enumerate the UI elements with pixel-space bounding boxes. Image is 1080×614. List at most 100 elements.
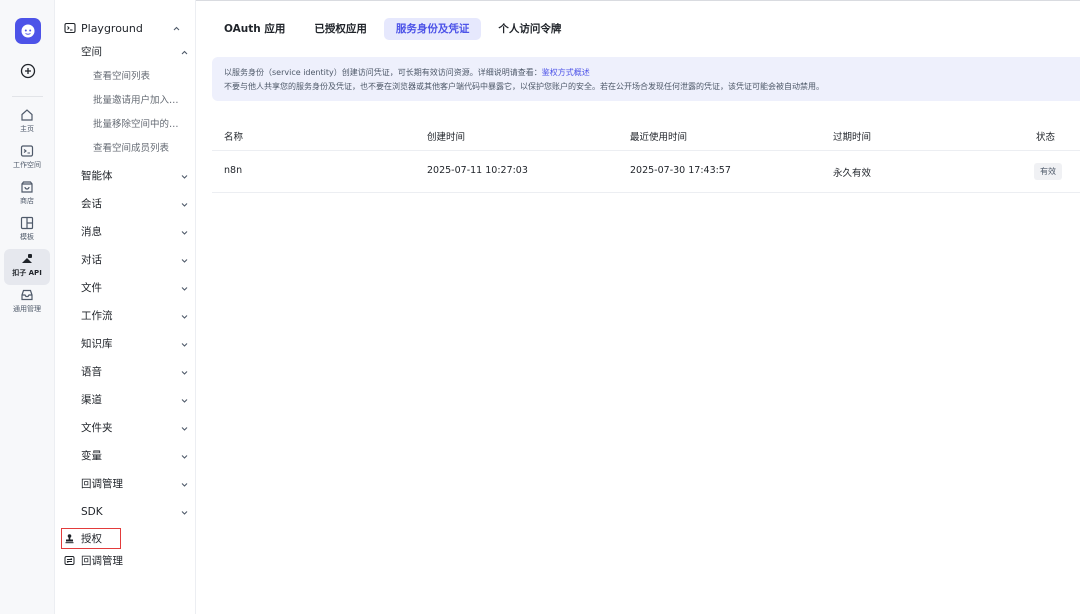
api-icon	[22, 254, 32, 263]
chevron-down-icon	[181, 203, 188, 207]
main-panel: OAuth 应用 已授权应用 服务身份及凭证 个人访问令牌 以服务身份（serv…	[196, 0, 1080, 614]
sidebar-group-label: 文件夹	[81, 422, 113, 434]
sidebar-group-label: 会话	[81, 198, 102, 210]
sidebar-item-auth[interactable]: 授权	[64, 529, 102, 547]
app-logo-icon[interactable]	[15, 18, 41, 44]
notice-line-2: 不要与他人共享您的服务身份及凭证，也不要在浏览器或其他客户端代码中暴露它，以保护…	[224, 82, 824, 91]
rail-label: 扣子 API	[12, 269, 42, 277]
rail-item-general-admin[interactable]: 通用管理	[4, 285, 50, 321]
sidebar-group-label: 语音	[81, 366, 102, 378]
sidebar-group[interactable]: 语音	[81, 361, 189, 383]
sidebar-group[interactable]: 知识库	[81, 333, 189, 355]
chevron-down-icon	[181, 259, 188, 263]
sidebar-subitem[interactable]: 批量移除空间中的…	[93, 115, 189, 135]
chevron-down-icon	[181, 371, 188, 375]
store-icon	[21, 181, 33, 193]
rail-item-home[interactable]: 主页	[4, 105, 50, 141]
sidebar-group-label: 空间	[81, 46, 102, 58]
sidebar-group[interactable]: 会话	[81, 193, 189, 215]
rail-label: 主页	[20, 125, 34, 133]
sidebar-group-label: 回调管理	[81, 478, 123, 490]
api-sidebar: Playground 空间 查看空间列表 批量邀请用户加入… 批量移除空间中的……	[55, 0, 196, 614]
chevron-down-icon	[181, 427, 188, 431]
column-header-name: 名称	[224, 132, 244, 143]
table-header-row: 名称 创建时间 最近使用时间 过期时间 状态	[212, 120, 1080, 151]
chevron-down-icon	[181, 287, 188, 291]
sidebar-group[interactable]: 文件	[81, 277, 189, 299]
rail-label: 商店	[20, 197, 34, 205]
column-header-status: 状态	[1036, 132, 1056, 143]
chevron-down-icon	[181, 455, 188, 459]
chevron-up-icon	[173, 26, 180, 31]
cell-expires: 永久有效	[833, 168, 872, 179]
sidebar-subitem[interactable]: 查看空间列表	[93, 67, 189, 87]
notice-line-1: 以服务身份（service identity）创建访问凭证，可长期有效访问资源。…	[224, 66, 1068, 80]
sidebar-group-label: 渠道	[81, 394, 102, 406]
sidebar-group-label: 对话	[81, 254, 102, 266]
home-icon	[21, 109, 33, 121]
terminal-icon	[20, 145, 34, 157]
template-grid-icon	[20, 216, 34, 230]
sidebar-group-label: SDK	[81, 506, 103, 518]
rail-divider	[12, 96, 43, 97]
cell-name: n8n	[224, 165, 243, 176]
chevron-down-icon	[181, 511, 188, 515]
tab-oauth-apps[interactable]: OAuth 应用	[212, 18, 297, 40]
column-header-expires: 过期时间	[833, 132, 872, 143]
callback-icon	[64, 555, 75, 565]
add-circle-icon[interactable]	[20, 63, 36, 79]
inbox-icon	[21, 289, 33, 301]
chevron-down-icon	[181, 399, 188, 403]
table-row[interactable]: n8n 2025-07-11 10:27:03 2025-07-30 17:43…	[212, 151, 1080, 193]
chevron-down-icon	[181, 175, 188, 179]
sidebar-group[interactable]: 对话	[81, 249, 189, 271]
sidebar-group[interactable]: 变量	[81, 445, 189, 467]
sidebar-group[interactable]: 消息	[81, 221, 189, 243]
cell-last-used: 2025-07-30 17:43:57	[630, 165, 731, 176]
sidebar-group[interactable]: SDK	[81, 501, 189, 523]
sidebar-group-space[interactable]: 空间	[81, 41, 189, 63]
sidebar-group[interactable]: 回调管理	[81, 473, 189, 495]
rail-item-coze-api[interactable]: 扣子 API	[4, 249, 50, 285]
sidebar-group[interactable]: 智能体	[81, 165, 189, 187]
sidebar-header-playground[interactable]: Playground	[64, 19, 191, 37]
rail-label: 工作空间	[13, 161, 41, 169]
notice-text: 以服务身份（service identity）创建访问凭证，可长期有效访问资源。…	[224, 68, 542, 77]
sidebar-group[interactable]: 渠道	[81, 389, 189, 411]
left-rail: 主页 工作空间 商店 模板 扣子 API 通用管理	[0, 0, 55, 614]
sidebar-group-label: 消息	[81, 226, 102, 238]
rail-item-templates[interactable]: 模板	[4, 213, 50, 249]
sidebar-item-label: 授权	[81, 532, 102, 545]
sidebar-group[interactable]: 文件夹	[81, 417, 189, 439]
chevron-up-icon	[181, 50, 188, 55]
column-header-last-used: 最近使用时间	[630, 132, 688, 143]
column-header-created: 创建时间	[427, 132, 466, 143]
playground-icon	[64, 22, 76, 34]
sidebar-subitem[interactable]: 查看空间成员列表	[93, 139, 189, 159]
sidebar-group[interactable]: 工作流	[81, 305, 189, 327]
sidebar-group-label: 变量	[81, 450, 102, 462]
rail-label: 模板	[20, 233, 34, 241]
sidebar-group-label: 工作流	[81, 310, 113, 322]
tab-authorized-apps[interactable]: 已授权应用	[302, 18, 379, 40]
info-notice: 以服务身份（service identity）创建访问凭证，可长期有效访问资源。…	[212, 57, 1080, 101]
sidebar-item-label: 回调管理	[81, 554, 123, 567]
tab-personal-access-token[interactable]: 个人访问令牌	[486, 18, 573, 40]
chevron-down-icon	[181, 483, 188, 487]
sidebar-item-callback-admin[interactable]: 回调管理	[64, 551, 123, 569]
stamp-icon	[65, 533, 74, 543]
credentials-table: 名称 创建时间 最近使用时间 过期时间 状态 n8n 2025-07-11 10…	[212, 120, 1080, 193]
auth-overview-link[interactable]: 鉴权方式概述	[542, 68, 590, 77]
rail-item-workspace[interactable]: 工作空间	[4, 141, 50, 177]
chevron-down-icon	[181, 343, 188, 347]
status-badge: 有效	[1034, 163, 1062, 180]
top-divider	[196, 0, 1080, 1]
sidebar-group-label: 知识库	[81, 338, 113, 350]
rail-item-store[interactable]: 商店	[4, 177, 50, 213]
sidebar-header-label: Playground	[81, 21, 143, 35]
tab-service-identity[interactable]: 服务身份及凭证	[383, 18, 482, 40]
cell-created: 2025-07-11 10:27:03	[427, 165, 528, 176]
rail-label: 通用管理	[13, 305, 41, 313]
sidebar-group-label: 智能体	[81, 170, 113, 182]
sidebar-subitem[interactable]: 批量邀请用户加入…	[93, 91, 189, 111]
